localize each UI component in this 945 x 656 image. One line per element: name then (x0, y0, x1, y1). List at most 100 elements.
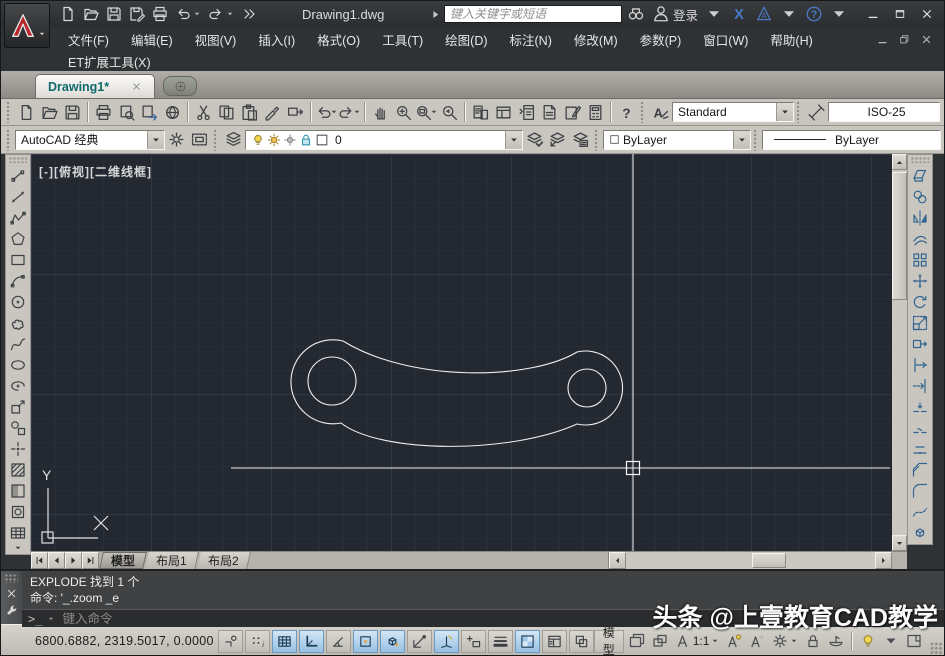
tab-layout2[interactable]: 布局2 (197, 552, 250, 569)
paste-button[interactable] (238, 101, 261, 124)
tab-close-icon[interactable] (131, 81, 142, 92)
publish-dwf-button[interactable] (138, 101, 161, 124)
make-object-layer-current-button[interactable] (523, 128, 546, 151)
undo-button[interactable] (315, 101, 338, 124)
sign-in-button[interactable]: 登录 (650, 4, 700, 24)
ortho-toggle[interactable] (299, 630, 324, 653)
help-dropdown[interactable] (828, 4, 850, 24)
horizontal-scroll-thumb[interactable] (752, 553, 786, 568)
exchange-apps-button[interactable]: A (753, 4, 775, 24)
file-tab-drawing1[interactable]: Drawing1* (35, 74, 155, 98)
toolbar-grip[interactable] (911, 157, 929, 163)
redo-button[interactable] (338, 101, 361, 124)
offset-button[interactable] (909, 228, 932, 249)
model-space-button[interactable]: 模型 (594, 630, 624, 653)
workspace-settings-button[interactable] (165, 128, 188, 151)
layer-properties-manager-button[interactable] (222, 128, 245, 151)
grid-toggle[interactable] (272, 630, 297, 653)
linetype-combo[interactable]: ByLayer (762, 130, 941, 150)
copy-button[interactable] (215, 101, 238, 124)
draw-toolbar-overflow[interactable] (11, 543, 25, 553)
mirror-button[interactable] (909, 207, 932, 228)
menu-file[interactable]: 文件(F) (57, 26, 120, 53)
array-button[interactable] (909, 249, 932, 270)
table-button[interactable] (7, 522, 30, 543)
menu-tools[interactable]: 工具(T) (371, 26, 434, 53)
dynamic-ucs-toggle[interactable] (434, 630, 459, 653)
snap-toggle[interactable]: i (245, 630, 270, 653)
layer-color-swatch[interactable] (315, 133, 329, 147)
menu-edit[interactable]: 编辑(E) (120, 26, 184, 53)
rotate-button[interactable] (909, 291, 932, 312)
markup-set-manager-button[interactable] (561, 101, 584, 124)
next-tab-button[interactable] (65, 552, 82, 569)
etransmit-button[interactable] (284, 101, 307, 124)
selection-cycling-toggle[interactable] (569, 630, 594, 653)
join-button[interactable] (909, 438, 932, 459)
resize-grip[interactable] (930, 642, 942, 655)
qat-saveas-button[interactable] (126, 3, 148, 25)
construction-line-button[interactable] (7, 186, 30, 207)
layer-states-manager-button[interactable] (569, 128, 592, 151)
dim-style-combo[interactable]: ISO-25 (828, 102, 940, 122)
point-button[interactable] (7, 438, 30, 459)
qat-new-button[interactable] (57, 3, 79, 25)
last-tab-button[interactable] (82, 552, 99, 569)
text-style-button[interactable]: A (649, 101, 672, 124)
infocenter-expand-icon[interactable] (430, 9, 441, 20)
dim-style-button[interactable] (805, 101, 828, 124)
menu-dimension[interactable]: 标注(N) (499, 26, 563, 53)
menu-format[interactable]: 格式(O) (306, 26, 371, 53)
object-snap-tracking-toggle[interactable] (407, 630, 432, 653)
close-icon[interactable] (5, 587, 18, 600)
insert-block-button[interactable] (7, 396, 30, 417)
color-combo[interactable]: ByLayer (603, 130, 751, 150)
polar-tracking-toggle[interactable] (326, 630, 351, 653)
viewport-label[interactable]: [-][俯视][二维线框] (39, 163, 152, 180)
blend-curves-button[interactable] (909, 501, 932, 522)
workspace-combo[interactable]: AutoCAD 经典 (15, 130, 165, 150)
circle-button[interactable] (7, 291, 30, 312)
horizontal-scroll-track[interactable] (626, 552, 875, 569)
minimize-button[interactable] (860, 7, 885, 22)
search-input[interactable] (444, 5, 622, 23)
trim-button[interactable] (909, 354, 932, 375)
qat-plot-button[interactable] (149, 3, 171, 25)
scroll-left-button[interactable] (609, 552, 626, 569)
scroll-right-button[interactable] (875, 552, 892, 569)
qat-undo-button[interactable] (172, 3, 204, 25)
quickcalc-button[interactable] (584, 101, 607, 124)
line-button[interactable] (7, 165, 30, 186)
help-button[interactable]: ? (615, 101, 638, 124)
sign-in-dropdown[interactable] (703, 4, 725, 24)
application-menu-button[interactable] (4, 3, 50, 48)
rectangle-button[interactable] (7, 249, 30, 270)
break-at-point-button[interactable] (909, 396, 932, 417)
save-button[interactable] (61, 101, 84, 124)
help-button[interactable]: ? (803, 4, 825, 24)
polygon-button[interactable] (7, 228, 30, 249)
plot-preview-button[interactable] (115, 101, 138, 124)
move-button[interactable] (909, 270, 932, 291)
command-window-grip[interactable] (5, 574, 18, 583)
sheet-set-manager-button[interactable] (538, 101, 561, 124)
first-tab-button[interactable] (31, 552, 48, 569)
vertical-scroll-thumb[interactable] (892, 172, 907, 300)
pan-button[interactable] (369, 101, 392, 124)
layer-freeze-icon[interactable] (267, 133, 281, 147)
new-button[interactable] (15, 101, 38, 124)
doc-restore-button[interactable] (894, 33, 914, 47)
ellipse-button[interactable] (7, 354, 30, 375)
menu-insert[interactable]: 插入(I) (247, 26, 306, 53)
toolbar-grip[interactable] (6, 129, 11, 151)
autodesk360-button[interactable]: X (728, 4, 750, 24)
match-properties-button[interactable] (261, 101, 284, 124)
coordinates-readout[interactable]: 6800.6882, 2319.5017, 0.0000 (35, 634, 218, 648)
search-button[interactable] (625, 4, 647, 24)
toolbar-grip[interactable] (594, 129, 599, 151)
toolbar-grip[interactable] (640, 101, 645, 123)
menu-help[interactable]: 帮助(H) (759, 26, 823, 53)
menu-parametric[interactable]: 参数(P) (629, 26, 693, 53)
open-button[interactable] (38, 101, 61, 124)
properties-button[interactable] (469, 101, 492, 124)
